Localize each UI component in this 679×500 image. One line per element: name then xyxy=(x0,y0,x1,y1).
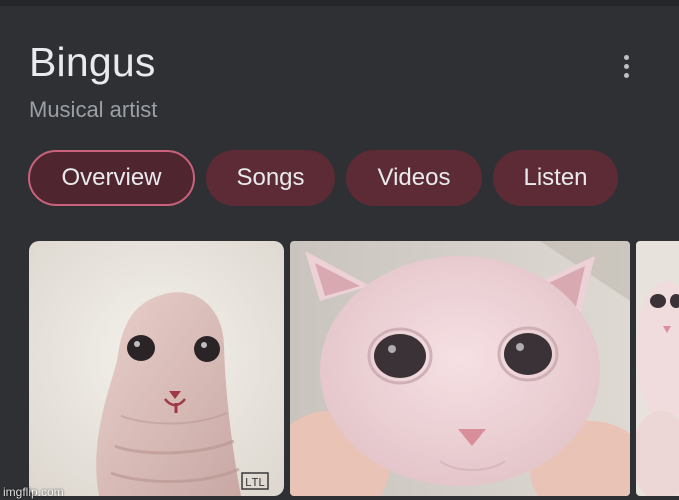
entity-subtitle: Musical artist xyxy=(29,97,158,122)
watermark: imgflip.com xyxy=(3,485,64,499)
image-bingus-painting[interactable]: LTL xyxy=(29,241,284,496)
dot xyxy=(623,72,629,78)
entity-title: Bingus xyxy=(29,39,156,85)
dot xyxy=(623,63,629,69)
tab-videos[interactable]: Videos xyxy=(346,150,482,206)
tab-listen[interactable]: Listen xyxy=(493,150,618,206)
tab-songs[interactable]: Songs xyxy=(206,150,335,206)
more-vert-icon[interactable] xyxy=(612,50,640,82)
image-bingus-photo-partial[interactable] xyxy=(636,241,679,496)
tab-overview[interactable]: Overview xyxy=(28,150,195,206)
dot xyxy=(623,54,629,60)
top-edge xyxy=(0,0,679,6)
painting-signature: LTL xyxy=(245,476,265,489)
image-bingus-photo[interactable] xyxy=(290,241,630,496)
